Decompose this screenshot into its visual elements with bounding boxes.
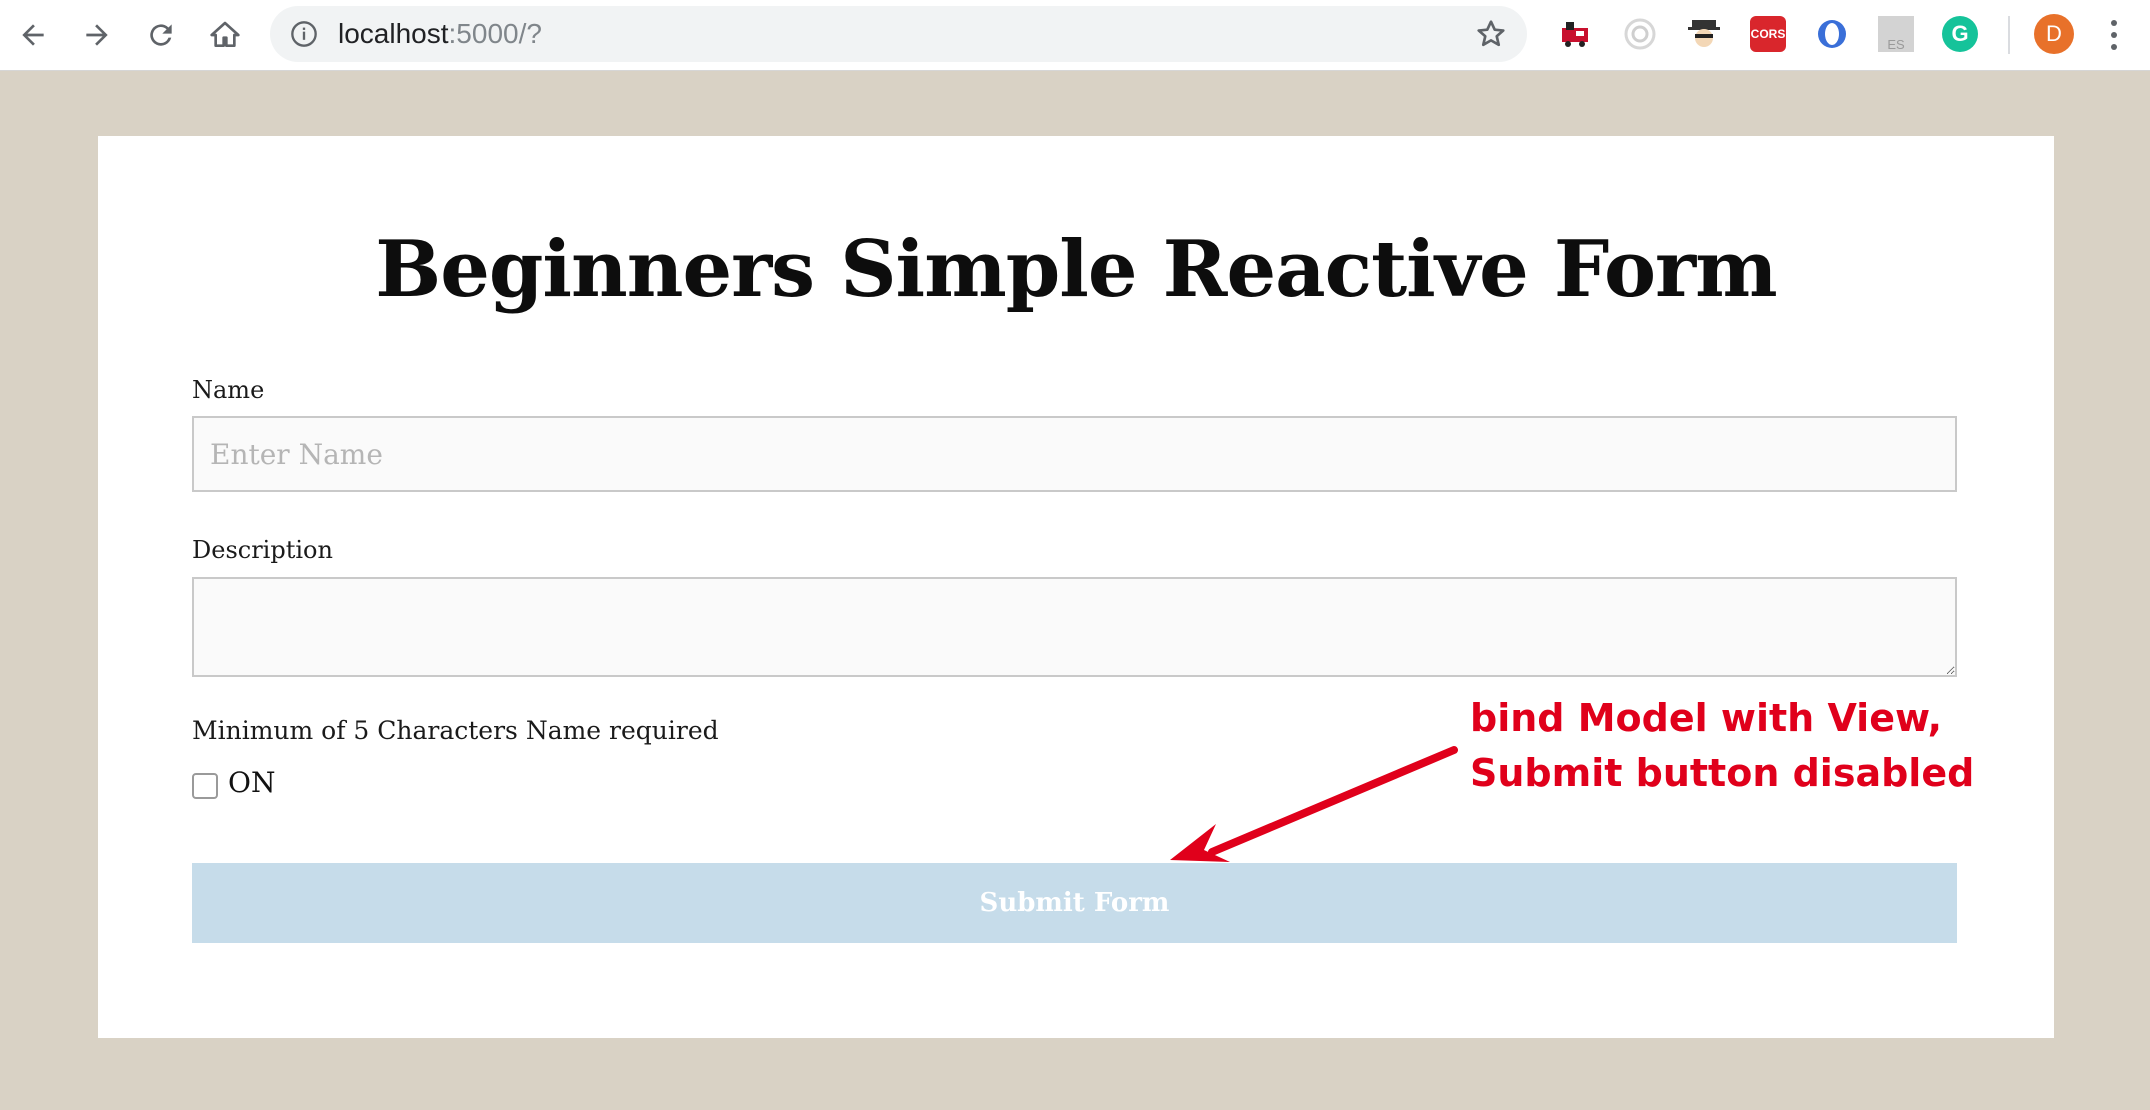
reload-button[interactable] [138,12,184,58]
train-extension-icon[interactable] [1558,16,1594,52]
page-title: Beginners Simple Reactive Form [375,224,1777,315]
url-path: :5000/? [448,18,542,49]
eye-extension-icon[interactable] [1622,16,1658,52]
url-text[interactable]: localhost:5000/? [338,18,542,50]
arrow-left-icon [22,24,44,46]
toolbar-divider [2008,16,2010,54]
browser-toolbar: localhost:5000/? CORS ES G D [0,0,2150,71]
profile-avatar[interactable]: D [2034,14,2074,54]
forward-button[interactable] [74,12,120,58]
more-menu-icon[interactable] [2106,16,2122,54]
on-checkbox[interactable] [192,773,218,799]
cors-extension-icon[interactable]: CORS [1750,16,1786,52]
arrow-right-icon [86,24,108,46]
spy-extension-icon[interactable] [1686,16,1722,52]
checkbox-label: ON [228,766,276,799]
name-label: Name [192,376,265,404]
home-icon [210,21,240,47]
es-extension-icon[interactable]: ES [1878,16,1914,52]
description-label: Description [192,536,333,564]
home-button[interactable] [202,12,248,58]
annotation-line-1: bind Model with View, [1470,696,1943,740]
url-host: localhost [338,18,449,49]
grammarly-extension-icon[interactable]: G [1942,16,1978,52]
submit-button[interactable]: Submit Form [192,863,1957,943]
bookmark-star-icon[interactable] [1475,18,1507,50]
validation-hint: Minimum of 5 Characters Name required [192,716,719,745]
ring-extension-icon[interactable] [1814,16,1850,52]
annotation-line-2: Submit button disabled [1470,751,1975,795]
reload-icon [150,24,172,46]
annotation-arrow [1170,746,1458,862]
form-card: Beginners Simple Reactive Form Name Desc… [98,136,2054,1038]
name-input[interactable] [192,416,1957,492]
address-bar[interactable]: localhost:5000/? [270,6,1527,62]
description-textarea[interactable] [192,577,1957,677]
info-icon[interactable] [290,20,318,48]
back-button[interactable] [10,12,56,58]
